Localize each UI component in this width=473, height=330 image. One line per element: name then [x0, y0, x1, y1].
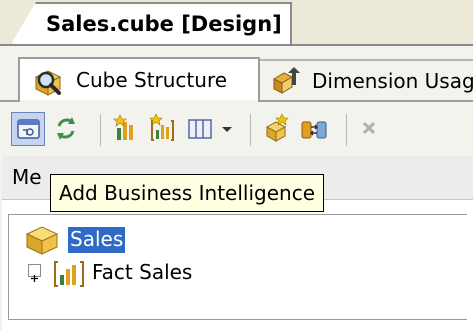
delete-button[interactable]: [356, 112, 386, 146]
cube-icon: [24, 224, 60, 261]
show-measure-grid-button[interactable]: [184, 112, 218, 146]
new-measure-group-button[interactable]: [146, 112, 180, 146]
tree-item-fact-sales[interactable]: Fact Sales: [92, 260, 192, 284]
document-tab-title: Sales.cube [Design]: [46, 12, 282, 36]
measures-pane-title: Me: [12, 165, 42, 189]
new-measure-group-icon: [149, 113, 174, 141]
refresh-button[interactable]: [50, 112, 84, 146]
measure-group-icon: [52, 258, 86, 293]
plus-icon: [31, 275, 38, 282]
expand-toggle[interactable]: [28, 264, 41, 282]
new-linked-object-icon: [301, 121, 327, 139]
show-measure-grid-icon: [188, 119, 212, 139]
tab-cube-structure[interactable]: Cube Structure: [18, 57, 260, 101]
dropdown-arrow-icon: [222, 127, 232, 132]
new-linked-object-button[interactable]: [298, 112, 332, 146]
add-business-intelligence-icon: [17, 119, 40, 139]
delete-icon: [362, 121, 376, 135]
tree-right-edge: [467, 214, 473, 320]
tab-dimension-usage[interactable]: Dimension Usag: [258, 59, 473, 101]
tab-cube-structure-label: Cube Structure: [76, 68, 228, 92]
view-dropdown-button[interactable]: [216, 112, 238, 146]
tree-item-sales[interactable]: Sales: [68, 227, 126, 253]
toolbar-separator: [346, 114, 347, 146]
add-cube-dimension-icon: [265, 113, 289, 142]
toolbar-separator: [100, 114, 101, 146]
tab-dimension-usage-label: Dimension Usag: [312, 69, 473, 93]
tooltip: Add Business Intelligence: [50, 174, 324, 212]
toolbar-separator: [250, 114, 251, 146]
refresh-icon: [57, 117, 75, 140]
add-cube-dimension-button[interactable]: [260, 112, 294, 146]
new-measure-icon: [113, 114, 133, 140]
dimension-usage-icon: [270, 67, 300, 100]
cube-structure-magnifier-icon: [32, 67, 66, 102]
add-business-intelligence-button[interactable]: [11, 112, 45, 146]
new-measure-button[interactable]: [110, 112, 144, 146]
